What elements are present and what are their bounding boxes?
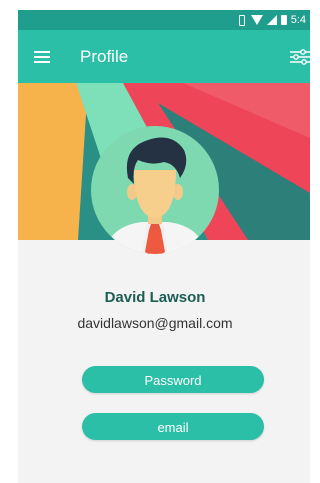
- email-button[interactable]: email: [82, 413, 264, 440]
- avatar[interactable]: [72, 126, 238, 258]
- user-name: David Lawson: [104, 289, 206, 306]
- menu-icon[interactable]: [34, 51, 50, 63]
- wifi-icon: [250, 15, 263, 25]
- battery-icon: [280, 15, 287, 25]
- password-button[interactable]: Password: [82, 366, 264, 393]
- status-bar: 5:4: [18, 10, 310, 30]
- signal-icon: [266, 15, 277, 25]
- page-title: Profile: [80, 47, 129, 66]
- status-time: 5:4: [290, 14, 306, 26]
- app-bar: Profile: [18, 30, 310, 83]
- status-icons: 5:4: [237, 13, 306, 27]
- user-email: davidlawson@gmail.com: [77, 315, 233, 331]
- vibrate-icon: [237, 14, 247, 26]
- profile-content: [18, 240, 310, 483]
- settings-sliders-icon[interactable]: [290, 48, 310, 66]
